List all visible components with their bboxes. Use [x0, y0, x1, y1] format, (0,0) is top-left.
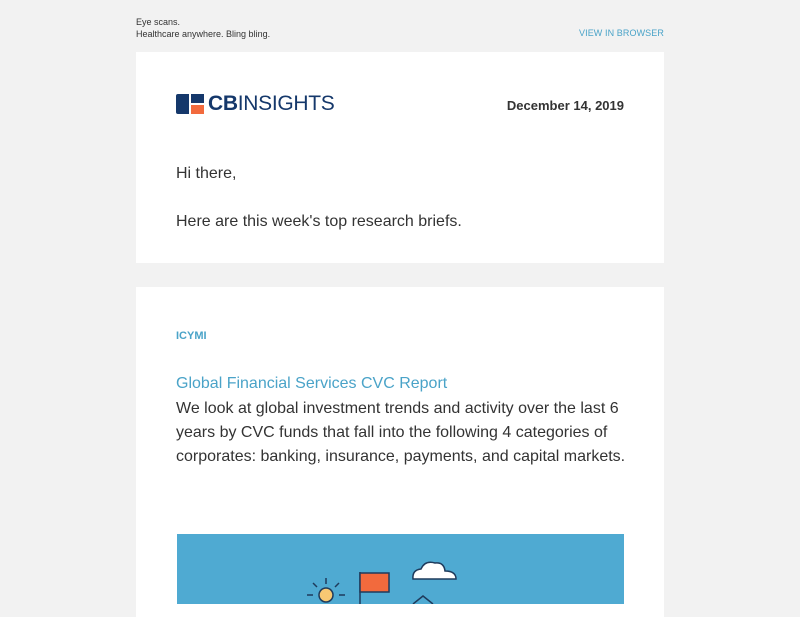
header-card: CBINSIGHTS December 14, 2019 Hi there, H…	[136, 52, 664, 263]
preheader-line-1: Eye scans.	[136, 17, 181, 27]
article-title-link[interactable]: Global Financial Services CVC Report	[176, 375, 447, 393]
cloud-icon	[412, 561, 457, 580]
intro-text: Here are this week's top research briefs…	[176, 213, 462, 230]
article-description: We look at global investment trends and …	[176, 400, 626, 465]
sun-icon	[307, 578, 345, 603]
issue-date: December 14, 2019	[506, 98, 624, 113]
article-hero-image[interactable]	[177, 534, 624, 604]
logo-wordmark: CBINSIGHTS	[208, 92, 335, 115]
logo-insights: INSIGHTS	[237, 92, 335, 115]
hero-illustration	[307, 561, 457, 604]
preheader-line-2: Healthcare anywhere. Bling bling.	[136, 29, 271, 39]
preheader: Eye scans. Healthcare anywhere. Bling bl…	[136, 16, 270, 40]
section-tag: ICYMI	[176, 330, 207, 342]
cb-insights-logo[interactable]: CBINSIGHTS	[176, 92, 335, 115]
logo-cb: CB	[208, 92, 238, 115]
flag-icon	[359, 572, 390, 604]
cb-logo-mark-icon	[176, 94, 204, 114]
greeting: Hi there,	[176, 165, 237, 182]
view-in-browser-link[interactable]: VIEW IN BROWSER	[579, 28, 664, 38]
article-card: ICYMI Global Financial Services CVC Repo…	[136, 287, 664, 617]
house-icon	[412, 595, 434, 604]
